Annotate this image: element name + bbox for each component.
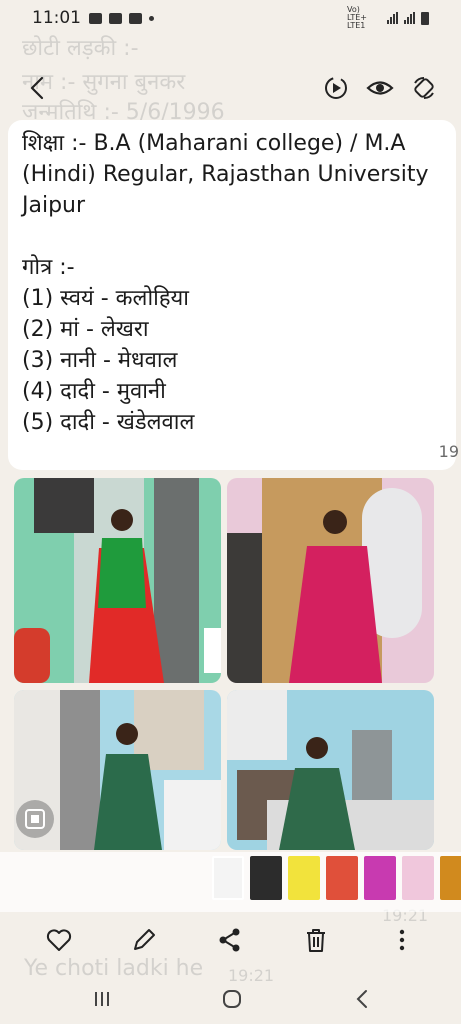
photo-pink-dress-image — [227, 478, 434, 683]
pencil-icon[interactable] — [130, 926, 158, 954]
message-line: (2) मां - लेखरा — [22, 317, 149, 342]
message-line: Jaipur — [22, 193, 86, 218]
recent-apps-icon[interactable] — [88, 985, 116, 1013]
nav-back-icon[interactable] — [348, 985, 376, 1013]
message-icon — [89, 12, 102, 24]
message-line: शिक्षा :- B.A (Maharani college) / M.A — [22, 131, 406, 156]
thumbnail[interactable] — [402, 856, 434, 900]
photo-2[interactable] — [227, 478, 434, 683]
thumbnail[interactable] — [326, 856, 358, 900]
ghost-line-1: छोटी लड़की :- — [22, 36, 139, 61]
trash-icon[interactable] — [302, 926, 330, 954]
status-bar: 11:01 Vo) LTE+ LTE1 — [0, 0, 461, 36]
heart-icon[interactable] — [45, 926, 73, 954]
share-icon[interactable] — [216, 926, 244, 954]
photo-green-saree-image — [14, 478, 221, 683]
thumbnail[interactable] — [440, 856, 461, 900]
rotate-icon[interactable] — [410, 74, 438, 102]
network-label: Vo) LTE+ LTE1 — [347, 5, 367, 30]
viewer-actions-bar — [0, 916, 461, 964]
system-nav-bar — [0, 975, 461, 1024]
photo-4[interactable] — [227, 690, 434, 850]
thumbnail[interactable] — [212, 856, 244, 900]
motion-photo-icon[interactable] — [322, 74, 350, 102]
status-right: Vo) LTE+ LTE1 — [347, 6, 429, 30]
photo-green-saree-bed-image — [227, 690, 434, 850]
message-line: (4) दादी - मुवानी — [22, 379, 166, 404]
viewer-top-bar — [0, 60, 461, 116]
scan-icon[interactable] — [16, 800, 54, 838]
page-counter: 19 — [438, 442, 459, 461]
thumbnail[interactable] — [288, 856, 320, 900]
thumbnail[interactable] — [250, 856, 282, 900]
battery-icon — [421, 11, 429, 25]
message-bubble: शिक्षा :- B.A (Maharani college) / M.A (… — [8, 120, 456, 470]
thumbnail[interactable] — [364, 856, 396, 900]
thumbnail-strip[interactable] — [212, 856, 461, 900]
home-icon[interactable] — [218, 985, 246, 1013]
message-line: गोत्र :- — [22, 255, 75, 280]
gallery-icon — [109, 12, 122, 24]
back-arrow-icon[interactable] — [24, 74, 52, 102]
eye-icon[interactable] — [366, 74, 394, 102]
message-line: (Hindi) Regular, Rajasthan University — [22, 162, 429, 187]
voicemail-icon — [129, 12, 142, 24]
more-notifications-dot-icon — [149, 15, 154, 21]
signal-icon — [387, 12, 398, 24]
message-line: (5) दादी - खंडेलवाल — [22, 410, 195, 435]
message-line: (3) नानी - मेधवाल — [22, 348, 178, 373]
status-time: 11:01 — [32, 8, 81, 28]
signal-2-icon — [404, 12, 415, 24]
message-line: (1) स्वयं - कलोहिया — [22, 286, 189, 311]
photo-1[interactable] — [14, 478, 221, 683]
notification-icons — [89, 12, 154, 24]
more-vertical-icon[interactable] — [388, 926, 416, 954]
